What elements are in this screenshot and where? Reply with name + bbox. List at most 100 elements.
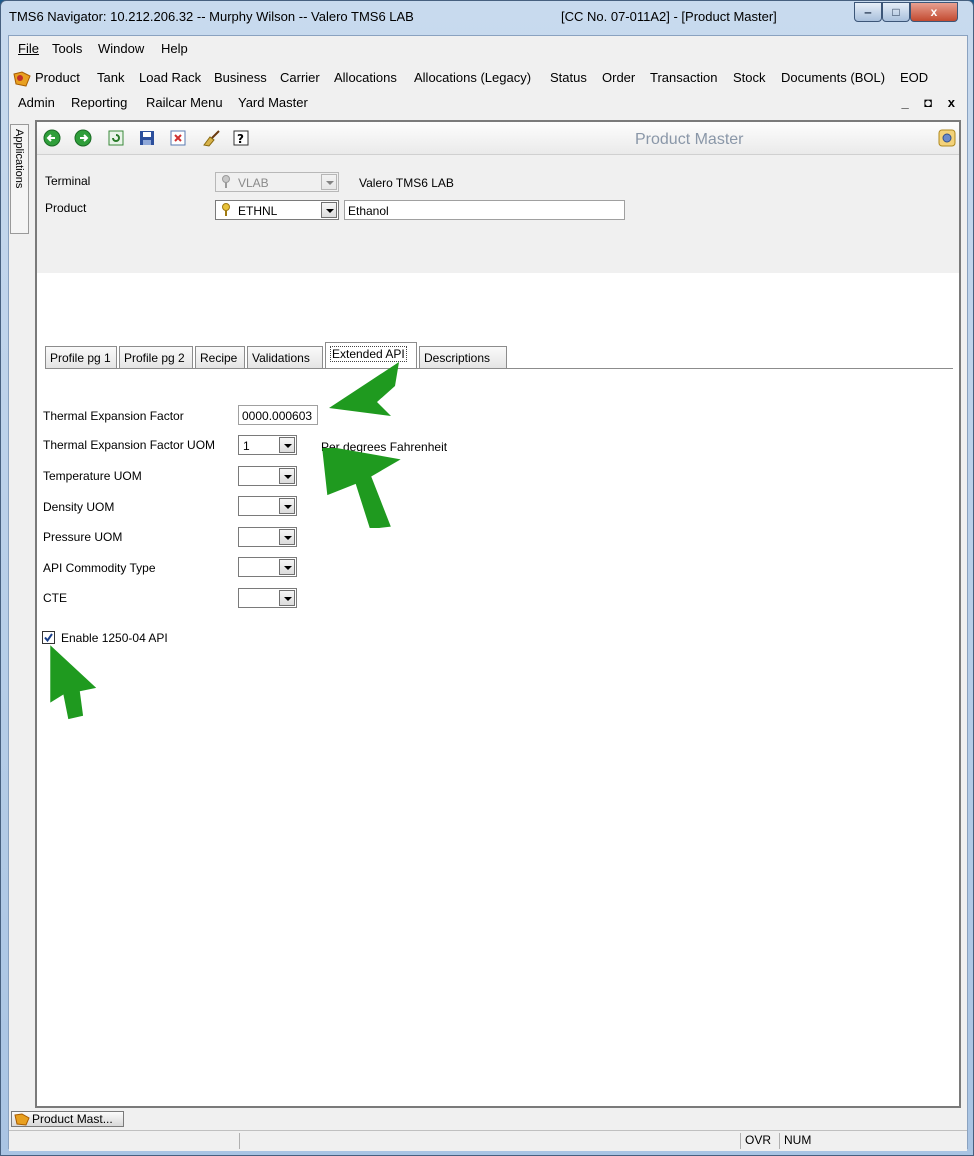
menu-window[interactable]: Window	[98, 41, 144, 56]
terminal-combo: VLAB	[215, 172, 339, 192]
cte-select[interactable]	[238, 588, 297, 608]
tab-profile-pg-1[interactable]: Profile pg 1	[45, 346, 117, 368]
pressure-uom-select[interactable]	[238, 527, 297, 547]
key-icon	[222, 175, 230, 188]
annotation-arrow-icon	[321, 448, 401, 528]
temperature-uom-label: Temperature UOM	[43, 469, 142, 483]
menu-status[interactable]: Status	[550, 70, 587, 85]
toolbar: ? Product Master	[37, 122, 959, 155]
thermal-expansion-uom-select[interactable]: 1	[238, 435, 297, 455]
menu-admin[interactable]: Admin	[18, 95, 55, 110]
thermal-expansion-uom-value: 1	[243, 439, 250, 453]
thermal-expansion-factor-input[interactable]: 0000.000603	[238, 405, 318, 425]
back-icon[interactable]	[43, 129, 61, 147]
product-master-task-label: Product Mast...	[32, 1112, 113, 1126]
module-menubar-row2: Admin Reporting Railcar Menu Yard Master	[9, 95, 929, 115]
menu-tools-label: Tools	[52, 41, 83, 56]
module-menubar: Product Tank Load Rack Business Carrier …	[9, 70, 967, 90]
status-bar: OVR NUM	[9, 1130, 967, 1151]
product-master-task-icon	[14, 1113, 30, 1126]
app-window: TMS6 Navigator: 10.212.206.32 -- Murphy …	[0, 0, 974, 1156]
terminal-dropdown-arrow	[321, 174, 337, 190]
temperature-uom-dropdown-arrow[interactable]	[279, 468, 295, 484]
tab-divider	[45, 368, 953, 369]
terminal-label: Terminal	[45, 174, 91, 188]
applications-label: Applications	[13, 129, 25, 189]
menu-documents-bol[interactable]: Documents (BOL)	[781, 70, 885, 85]
menu-window-label: Window	[98, 41, 145, 56]
annotation-arrow-icon	[329, 362, 399, 416]
product-dropdown-arrow[interactable]	[321, 202, 337, 218]
task-strip: Product Mast...	[9, 1108, 967, 1130]
svg-text:?: ?	[237, 132, 244, 146]
menu-yard-master[interactable]: Yard Master	[238, 95, 308, 110]
density-uom-select[interactable]	[238, 496, 297, 516]
pressure-uom-label: Pressure UOM	[43, 530, 123, 544]
product-name-field[interactable]: Ethanol	[344, 200, 625, 220]
tab-descriptions[interactable]: Descriptions	[419, 346, 507, 368]
terminal-name: Valero TMS6 LAB	[359, 176, 454, 190]
menu-transaction[interactable]: Transaction	[650, 70, 717, 85]
menu-eod[interactable]: EOD	[900, 70, 928, 85]
window-title: TMS6 Navigator: 10.212.206.32 -- Murphy …	[9, 9, 414, 24]
menu-help-label: Help	[161, 41, 188, 56]
temperature-uom-select[interactable]	[238, 466, 297, 486]
menu-file-label: File	[18, 41, 39, 56]
tab-profile-pg-2[interactable]: Profile pg 2	[119, 346, 193, 368]
product-label: Product	[45, 201, 87, 215]
applications-side-tab[interactable]: Applications	[10, 124, 29, 234]
menu-railcar-menu[interactable]: Railcar Menu	[146, 95, 223, 110]
menu-load-rack[interactable]: Load Rack	[139, 70, 201, 85]
menu-business[interactable]: Business	[214, 70, 267, 85]
window-title-context: [CC No. 07-011A2] - [Product Master]	[561, 9, 777, 24]
menu-carrier[interactable]: Carrier	[280, 70, 320, 85]
product-master-task-button[interactable]: Product Mast...	[11, 1111, 124, 1127]
terminal-value: VLAB	[238, 176, 269, 190]
refresh-icon[interactable]	[108, 130, 124, 146]
menu-file[interactable]: File	[18, 41, 39, 56]
density-uom-label: Density UOM	[43, 500, 115, 514]
menu-reporting[interactable]: Reporting	[71, 95, 127, 110]
close-button[interactable]: x	[910, 2, 958, 22]
maximize-button[interactable]: □	[882, 2, 910, 22]
forward-icon[interactable]	[74, 129, 92, 147]
status-cell-main	[239, 1133, 704, 1149]
header-pane: Terminal VLAB Valero TMS6 LAB Product ET…	[37, 155, 959, 273]
menu-help[interactable]: Help	[161, 41, 188, 56]
menu-tank[interactable]: Tank	[97, 70, 124, 85]
density-uom-dropdown-arrow[interactable]	[279, 498, 295, 514]
main-menubar: File Tools Window Help	[9, 41, 189, 63]
menu-allocations[interactable]: Allocations	[334, 70, 397, 85]
save-icon[interactable]	[139, 130, 155, 146]
menu-tools[interactable]: Tools	[52, 41, 82, 56]
minimize-button[interactable]: ‒	[854, 2, 882, 22]
window-heading: Product Master	[635, 131, 744, 148]
product-value: ETHNL	[238, 204, 278, 218]
menu-stock[interactable]: Stock	[733, 70, 766, 85]
api-commodity-type-select[interactable]	[238, 557, 297, 577]
menu-order[interactable]: Order	[602, 70, 635, 85]
thermal-expansion-factor-label: Thermal Expansion Factor	[43, 409, 184, 423]
mdi-window-controls[interactable]: _ ◘ x	[901, 95, 961, 110]
product-combo[interactable]: ETHNL	[215, 200, 339, 220]
title-bar[interactable]: TMS6 Navigator: 10.212.206.32 -- Murphy …	[1, 1, 973, 35]
module-menu-icon	[13, 71, 31, 87]
product-name-value: Ethanol	[348, 204, 389, 218]
thermal-expansion-uom-label: Thermal Expansion Factor UOM	[43, 438, 216, 452]
tab-validations[interactable]: Validations	[247, 346, 323, 368]
status-num: NUM	[779, 1133, 818, 1149]
menu-allocations-legacy[interactable]: Allocations (Legacy)	[414, 70, 531, 85]
product-master-window: ? Product Master Terminal VLAB Valero TM…	[35, 120, 961, 1108]
delete-icon[interactable]	[170, 130, 186, 146]
clear-broom-icon[interactable]	[201, 129, 221, 147]
pressure-uom-dropdown-arrow[interactable]	[279, 529, 295, 545]
cte-dropdown-arrow[interactable]	[279, 590, 295, 606]
api-commodity-type-dropdown-arrow[interactable]	[279, 559, 295, 575]
cte-label: CTE	[43, 591, 67, 605]
thermal-expansion-factor-value: 0000.000603	[242, 409, 313, 423]
help-icon[interactable]: ?	[233, 130, 249, 146]
menu-product[interactable]: Product	[35, 70, 80, 85]
settings-icon[interactable]	[937, 128, 957, 148]
thermal-expansion-uom-dropdown-arrow[interactable]	[279, 437, 295, 453]
tab-recipe[interactable]: Recipe	[195, 346, 245, 368]
